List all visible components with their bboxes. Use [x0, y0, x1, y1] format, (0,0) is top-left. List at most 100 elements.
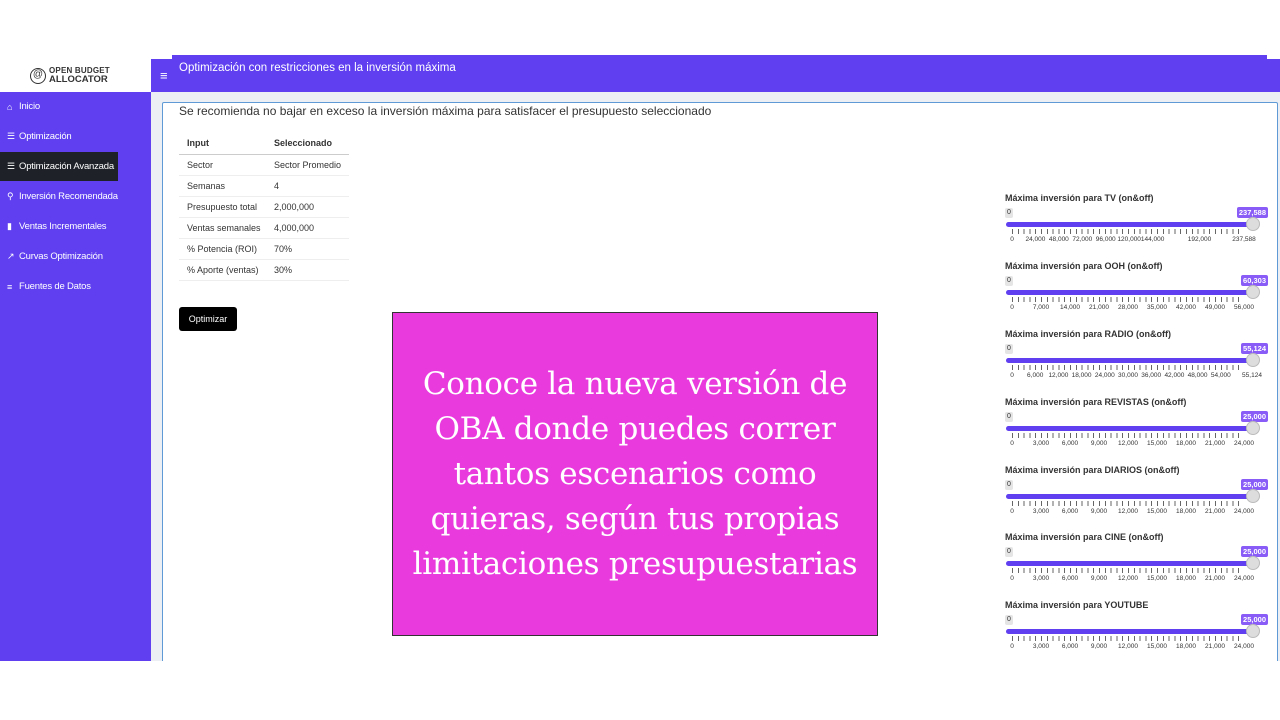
tick-label: 35,000 [1147, 304, 1167, 311]
tick-label: 15,000 [1147, 508, 1167, 515]
slider-handle[interactable] [1246, 353, 1260, 367]
table-header-row: Input Seleccionado [179, 132, 349, 155]
tick-label: 48,000 [1048, 236, 1069, 243]
slider-track[interactable] [1006, 426, 1252, 431]
slider-handle[interactable] [1246, 217, 1260, 231]
tick-label: 0 [1010, 575, 1014, 582]
tick-label: 0 [1010, 440, 1014, 447]
tick-label: 12,000 [1118, 575, 1138, 582]
tick-label: 6,000 [1061, 575, 1079, 582]
column-header: Input [179, 132, 266, 155]
sidebar-item-ventas-incrementales[interactable]: ▮ Ventas Incrementales [0, 212, 151, 241]
max-investment-slider[interactable]: Máxima inversión para YOUTUBE 0 25,000 0 3,0… [1005, 600, 1270, 660]
sidebar-item-inicio[interactable]: ⌂ Inicio [0, 92, 151, 121]
tick-label: 18,000 [1176, 508, 1196, 515]
slider-track[interactable] [1006, 222, 1252, 227]
max-investment-slider[interactable]: Máxima inversión para REVISTAS (on&off) 0… [1005, 397, 1270, 457]
table-row: Ventas semanales 4,000,000 [179, 217, 349, 239]
tick-label: 15,000 [1147, 643, 1167, 650]
tick-label: 3,000 [1032, 575, 1050, 582]
slider-track[interactable] [1006, 358, 1252, 363]
max-investment-slider[interactable]: Máxima inversión para TV (on&off) 0 237,58… [1005, 193, 1270, 253]
tick-label: 56,000 [1234, 304, 1254, 311]
sidebar-item-label: Fuentes de Datos [19, 281, 91, 292]
tick-label: 0 [1010, 643, 1014, 650]
sidebar-item-label: Curvas Optimización [19, 251, 103, 262]
tick-label: 36,000 [1141, 372, 1162, 379]
tick-label: 18,000 [1176, 643, 1196, 650]
sidebar-item-optimizacion-avanzada[interactable]: ☰ Optimización Avanzada [0, 152, 118, 181]
slider-min-tag: 0 [1005, 547, 1013, 557]
sidebar-item-label: Inversión Recomendada [19, 191, 118, 202]
slider-track[interactable] [1006, 290, 1252, 295]
sliders-icon: ☰ [7, 161, 15, 171]
table-cell: 4 [266, 175, 349, 197]
tick-label: 18,000 [1071, 372, 1092, 379]
logo-icon: @ [30, 67, 46, 84]
bar-chart-icon: ▮ [7, 221, 12, 231]
optimize-button[interactable]: Optimizar [179, 307, 237, 331]
slider-track[interactable] [1006, 494, 1252, 499]
slider-handle[interactable] [1246, 624, 1260, 638]
slider-track[interactable] [1006, 629, 1252, 634]
tick-label: 18,000 [1176, 575, 1196, 582]
tick-label: 0 [1010, 236, 1014, 243]
sidebar-item-curvas-optimizacion[interactable]: ↗ Curvas Optimización [0, 242, 151, 271]
slider-track[interactable] [1006, 561, 1252, 566]
slider-tick-labels: 0 3,000 6,000 9,000 12,000 15,000 18,000 21,000… [1005, 575, 1270, 584]
hamburger-icon[interactable]: ≡ [160, 68, 168, 83]
slider-label: Máxima inversión para REVISTAS (on&off) [1005, 397, 1187, 407]
slider-min-tag: 0 [1005, 276, 1013, 286]
tick-label: 7,000 [1032, 304, 1050, 311]
tick-label: 120,000 [1117, 236, 1141, 243]
tick-label: 24,000 [1234, 643, 1254, 650]
tick-label: 15,000 [1147, 575, 1167, 582]
sidebar-item-label: Ventas Incrementales [19, 221, 107, 232]
slider-handle[interactable] [1246, 421, 1260, 435]
table-cell: 70% [266, 238, 349, 260]
slider-handle[interactable] [1246, 556, 1260, 570]
line-chart-icon: ↗ [7, 251, 15, 261]
panel-title: Optimización con restricciones en la inv… [172, 55, 1267, 81]
tick-label: 49,000 [1205, 304, 1225, 311]
tick-label: 6,000 [1027, 372, 1044, 379]
tick-label: 54,000 [1210, 372, 1231, 379]
max-investment-slider[interactable]: Máxima inversión para RADIO (on&off) 0 55,… [1005, 329, 1270, 389]
tick-label: 21,000 [1205, 575, 1225, 582]
tick-label: 24,000 [1234, 575, 1254, 582]
tick-label: 12,000 [1118, 440, 1138, 447]
search-icon: ⚲ [7, 191, 14, 201]
table-row: Sector Sector Promedio [179, 154, 349, 176]
slider-ticks [1012, 297, 1244, 302]
slider-tick-labels: 0 24,000 48,000 72,000 96,000 120,000 144,000 1… [1005, 236, 1270, 245]
logo[interactable]: @ OPEN BUDGET ALLOCATOR [0, 59, 151, 92]
max-investment-slider[interactable]: Máxima inversión para OOH (on&off) 0 60,30… [1005, 261, 1270, 321]
slider-handle[interactable] [1246, 285, 1260, 299]
table-cell: Sector Promedio [266, 154, 349, 176]
column-header: Seleccionado [266, 132, 349, 155]
tick-label: 0 [1010, 304, 1014, 311]
slider-handle[interactable] [1246, 489, 1260, 503]
table-cell: 2,000,000 [266, 196, 349, 218]
tick-label: 24,000 [1025, 236, 1046, 243]
sidebar-item-label: Inicio [19, 101, 40, 112]
slider-tick-labels: 0 6,000 12,000 18,000 24,000 30,000 36,000 42,0… [1005, 372, 1270, 381]
tick-label: 3,000 [1032, 440, 1050, 447]
tick-label: 28,000 [1118, 304, 1138, 311]
promo-text: Conoce la nueva versión de OBA donde pue… [412, 365, 858, 582]
slider-ticks [1012, 568, 1244, 573]
max-investment-slider[interactable]: Máxima inversión para DIARIOS (on&off) 0 2… [1005, 465, 1270, 525]
slider-min-tag: 0 [1005, 412, 1013, 422]
tick-label: 0 [1010, 508, 1014, 515]
tick-label: 9,000 [1090, 643, 1108, 650]
sidebar-item-inversion-recomendada[interactable]: ⚲ Inversión Recomendada [0, 182, 151, 211]
sidebar-item-fuentes-de-datos[interactable]: ≡ Fuentes de Datos [0, 272, 151, 301]
sidebar-item-label: Optimización [19, 131, 72, 142]
tick-label: 6,000 [1061, 508, 1079, 515]
tick-label: 12,000 [1048, 372, 1069, 379]
sidebar-item-optimizacion[interactable]: ☰ Optimización [0, 122, 151, 151]
logo-line2: ALLOCATOR [49, 73, 108, 85]
tick-label: 21,000 [1205, 440, 1225, 447]
max-investment-slider[interactable]: Máxima inversión para CINE (on&off) 0 25,0… [1005, 532, 1270, 592]
table-row: % Aporte (ventas) 30% [179, 259, 349, 281]
